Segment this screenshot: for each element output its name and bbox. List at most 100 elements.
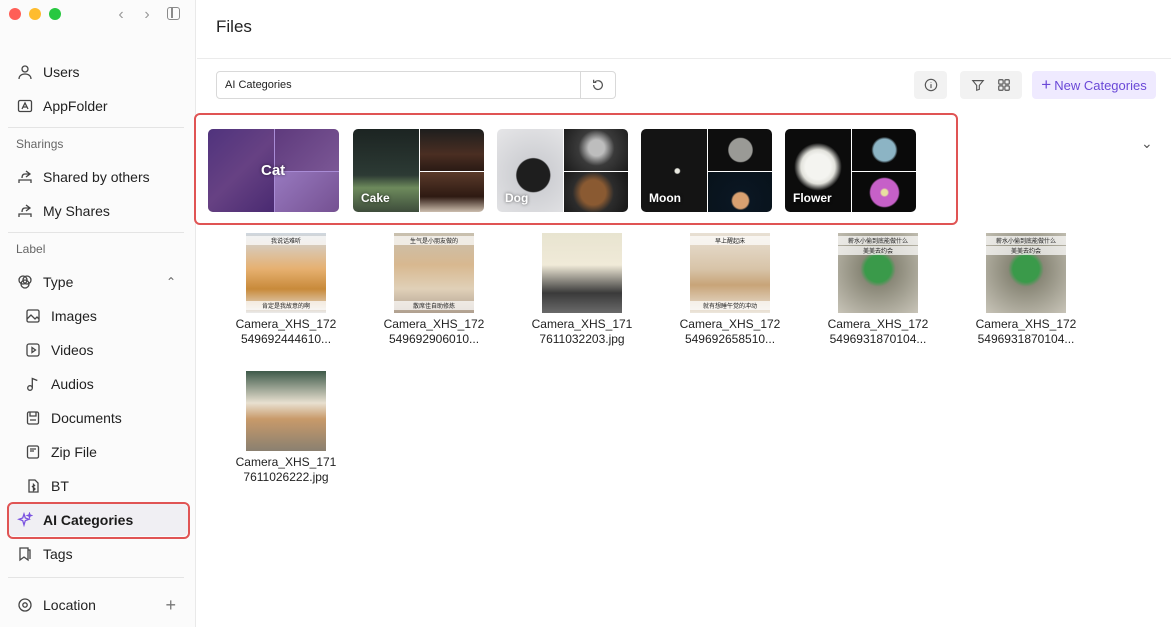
- window-controls: [9, 8, 61, 20]
- chevron-up-icon[interactable]: ⌃: [166, 275, 176, 289]
- share-icon: [16, 168, 34, 186]
- forward-arrow-icon[interactable]: ›: [140, 6, 154, 24]
- music-icon: [24, 375, 42, 393]
- file-name: Camera_XHS_172 549692906010...: [383, 317, 485, 346]
- sidebar-divider: [8, 577, 184, 578]
- file-item[interactable]: 薪水小偷到底能做什么 美美去约会 Camera_XHS_172 549693187…: [966, 233, 1086, 347]
- info-icon: [924, 78, 937, 92]
- close-window-button[interactable]: [9, 8, 21, 20]
- sidebar-item-my-shares[interactable]: My Shares: [8, 195, 188, 227]
- plus-icon: +: [1041, 75, 1052, 94]
- sidebar-item-audios[interactable]: Audios: [8, 368, 188, 400]
- category-card-flower[interactable]: Flower: [785, 129, 916, 212]
- sidebar-item-appfolder[interactable]: AppFolder: [8, 90, 188, 122]
- sidebar-item-label: Tags: [43, 546, 73, 562]
- grid-view-icon[interactable]: [997, 78, 1011, 92]
- category-card-dog[interactable]: Dog: [497, 129, 628, 212]
- sidebar-item-shared-by-others[interactable]: Shared by others: [8, 161, 188, 193]
- file-item[interactable]: Camera_XHS_171 7611032203.jpg: [522, 233, 642, 347]
- file-thumbnail: 早上醒起床 就有想睡午觉的冲动: [690, 233, 770, 313]
- file-thumbnail: 薪水小偷到底能做什么 美美去约会: [838, 233, 918, 313]
- sidebar-item-label: Users: [43, 64, 80, 80]
- zoom-window-button[interactable]: [49, 8, 61, 20]
- header-divider: [197, 58, 1171, 59]
- sidebar-item-tags[interactable]: Tags: [8, 538, 188, 570]
- app-folder-icon: [16, 97, 34, 115]
- file-item[interactable]: 薪水小偷到底能做什么 美美去约会 Camera_XHS_172 549693187…: [818, 233, 938, 347]
- location-icon: [16, 596, 34, 614]
- main-content: Files + New Categories Cat: [194, 0, 1171, 627]
- thumbnail-caption: 肯定是我故意的啊: [246, 301, 326, 310]
- app-window: ‹ › Users AppFolder Sharings Shared by o…: [0, 0, 1171, 627]
- category-label: Flower: [793, 191, 832, 205]
- thumbnail-caption: 早上醒起床: [690, 236, 770, 245]
- filter-icon[interactable]: [971, 78, 985, 92]
- category-label: Dog: [505, 191, 529, 205]
- sharings-section-label: Sharings: [16, 137, 64, 151]
- category-card-cake[interactable]: Cake: [353, 129, 484, 212]
- sidebar: ‹ › Users AppFolder Sharings Shared by o…: [0, 0, 196, 627]
- back-arrow-icon[interactable]: ‹: [114, 6, 128, 24]
- thumbnail-caption: 美美去约会: [838, 246, 918, 255]
- document-icon: [24, 409, 42, 427]
- type-icon: [16, 273, 34, 291]
- sidebar-item-zip-file[interactable]: Zip File: [8, 436, 188, 468]
- file-name: Camera_XHS_172 549692444610...: [235, 317, 337, 346]
- search-bar: [216, 71, 616, 99]
- filter-view-group: [960, 71, 1022, 99]
- category-card-cat[interactable]: Cat: [208, 129, 339, 212]
- sidebar-divider: [8, 127, 184, 128]
- new-categories-button[interactable]: + New Categories: [1032, 71, 1156, 99]
- sidebar-toggle-icon[interactable]: [167, 7, 180, 20]
- image-icon: [24, 307, 42, 325]
- info-button[interactable]: [914, 71, 947, 99]
- minimize-window-button[interactable]: [29, 8, 41, 20]
- sidebar-item-label: Shared by others: [43, 169, 150, 185]
- sidebar-item-images[interactable]: Images: [8, 300, 188, 332]
- category-card-moon[interactable]: Moon: [641, 129, 772, 212]
- history-nav: ‹ ›: [114, 6, 154, 24]
- sidebar-item-label: Location: [43, 597, 96, 613]
- file-item[interactable]: 早上醒起床 就有想睡午觉的冲动 Camera_XHS_172 5496926585…: [670, 233, 790, 347]
- bt-file-icon: [24, 477, 42, 495]
- sidebar-item-label: Videos: [51, 342, 94, 358]
- sidebar-item-type[interactable]: Type ⌃: [8, 266, 188, 298]
- file-item[interactable]: Camera_XHS_171 7611026222.jpg: [226, 371, 346, 485]
- file-thumbnail: 薪水小偷到底能做什么 美美去约会: [986, 233, 1066, 313]
- zip-icon: [24, 443, 42, 461]
- file-name: Camera_XHS_171 7611026222.jpg: [235, 455, 337, 484]
- file-item[interactable]: 生气是小朋友做的 散席佳自助修炼 Camera_XHS_172 549692906…: [374, 233, 494, 347]
- sidebar-item-documents[interactable]: Documents: [8, 402, 188, 434]
- video-icon: [24, 341, 42, 359]
- file-thumbnail: [246, 371, 326, 451]
- file-name: Camera_XHS_172 5496931870104...: [827, 317, 929, 346]
- collapse-chevron-icon[interactable]: ⌄: [1141, 135, 1153, 152]
- sidebar-item-videos[interactable]: Videos: [8, 334, 188, 366]
- sidebar-item-label: My Shares: [43, 203, 110, 219]
- sidebar-item-label: Zip File: [51, 444, 97, 460]
- sidebar-item-label: AppFolder: [43, 98, 108, 114]
- user-icon: [16, 63, 34, 81]
- search-input[interactable]: [217, 72, 581, 98]
- file-thumbnail: [542, 233, 622, 313]
- thumbnail-caption: 散席佳自助修炼: [394, 301, 474, 310]
- thumbnail-caption: 薪水小偷到底能做什么: [986, 236, 1066, 245]
- refresh-icon[interactable]: [580, 72, 615, 98]
- sidebar-item-users[interactable]: Users: [8, 56, 188, 88]
- category-label: Cake: [361, 191, 390, 205]
- sidebar-item-label: Documents: [51, 410, 122, 426]
- thumbnail-caption: 我说话难听: [246, 236, 326, 245]
- file-name: Camera_XHS_172 5496931870104...: [975, 317, 1077, 346]
- category-label: Moon: [649, 191, 681, 205]
- add-location-plus-icon[interactable]: +: [165, 595, 176, 616]
- sidebar-item-location[interactable]: Location +: [8, 589, 188, 621]
- share-icon: [16, 202, 34, 220]
- file-name: Camera_XHS_171 7611032203.jpg: [531, 317, 633, 346]
- ai-categories-highlight-box: [7, 502, 190, 539]
- tag-icon: [16, 545, 34, 563]
- label-section-label: Label: [16, 242, 46, 256]
- page-title: Files: [216, 17, 252, 36]
- sidebar-item-bt[interactable]: BT: [8, 470, 188, 502]
- file-item[interactable]: 我说话难听 肯定是我故意的啊 Camera_XHS_172 54969244461…: [226, 233, 346, 347]
- sidebar-divider: [8, 232, 184, 233]
